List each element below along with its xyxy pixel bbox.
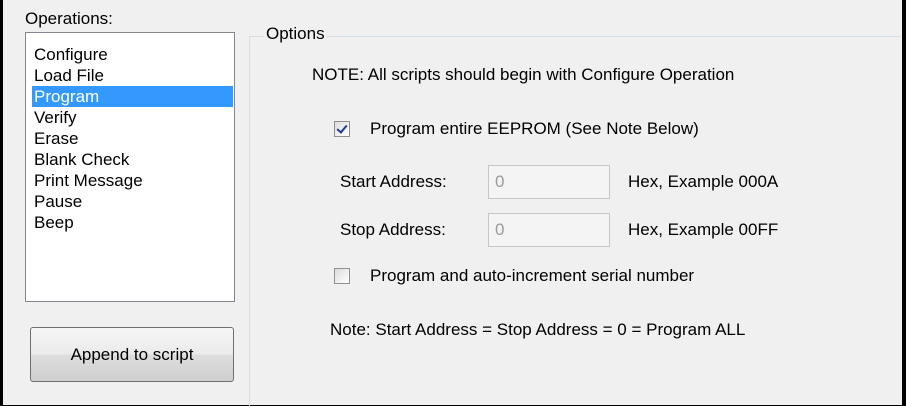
operation-item-print-message[interactable]: Print Message	[32, 170, 233, 191]
operation-item-blank-check[interactable]: Blank Check	[32, 149, 233, 170]
operation-item-program[interactable]: Program	[32, 86, 233, 107]
window-frame-left	[0, 0, 3, 406]
operation-item-verify[interactable]: Verify	[32, 107, 233, 128]
program-entire-eeprom-checkbox[interactable]	[334, 121, 350, 137]
operation-item-configure[interactable]: Configure	[32, 44, 233, 65]
operation-item-pause[interactable]: Pause	[32, 191, 233, 212]
auto-increment-serial-checkbox[interactable]	[334, 268, 350, 284]
start-address-input[interactable]: 0	[488, 165, 610, 199]
operations-listbox[interactable]: Configure Load File Program Verify Erase…	[25, 32, 235, 302]
configure-note: NOTE: All scripts should begin with Conf…	[312, 65, 735, 84]
program-all-note: Note: Start Address = Stop Address = 0 =…	[330, 320, 746, 339]
operation-item-load-file[interactable]: Load File	[32, 65, 233, 86]
stop-address-label: Stop Address:	[340, 220, 446, 239]
dialog-window: Operations: Configure Load File Program …	[0, 0, 906, 406]
operation-item-erase[interactable]: Erase	[32, 128, 233, 149]
start-address-label: Start Address:	[340, 172, 447, 191]
auto-increment-serial-label[interactable]: Program and auto-increment serial number	[370, 265, 694, 287]
start-address-hint: Hex, Example 000A	[628, 172, 779, 191]
options-legend: Options	[264, 24, 327, 44]
program-entire-eeprom-label[interactable]: Program entire EEPROM (See Note Below)	[370, 118, 699, 140]
append-to-script-button[interactable]: Append to script	[30, 327, 234, 382]
window-frame-right	[902, 0, 906, 406]
stop-address-hint: Hex, Example 00FF	[628, 220, 779, 239]
operations-label: Operations:	[25, 9, 113, 28]
stop-address-input[interactable]: 0	[488, 213, 610, 247]
operation-item-beep[interactable]: Beep	[32, 212, 233, 233]
